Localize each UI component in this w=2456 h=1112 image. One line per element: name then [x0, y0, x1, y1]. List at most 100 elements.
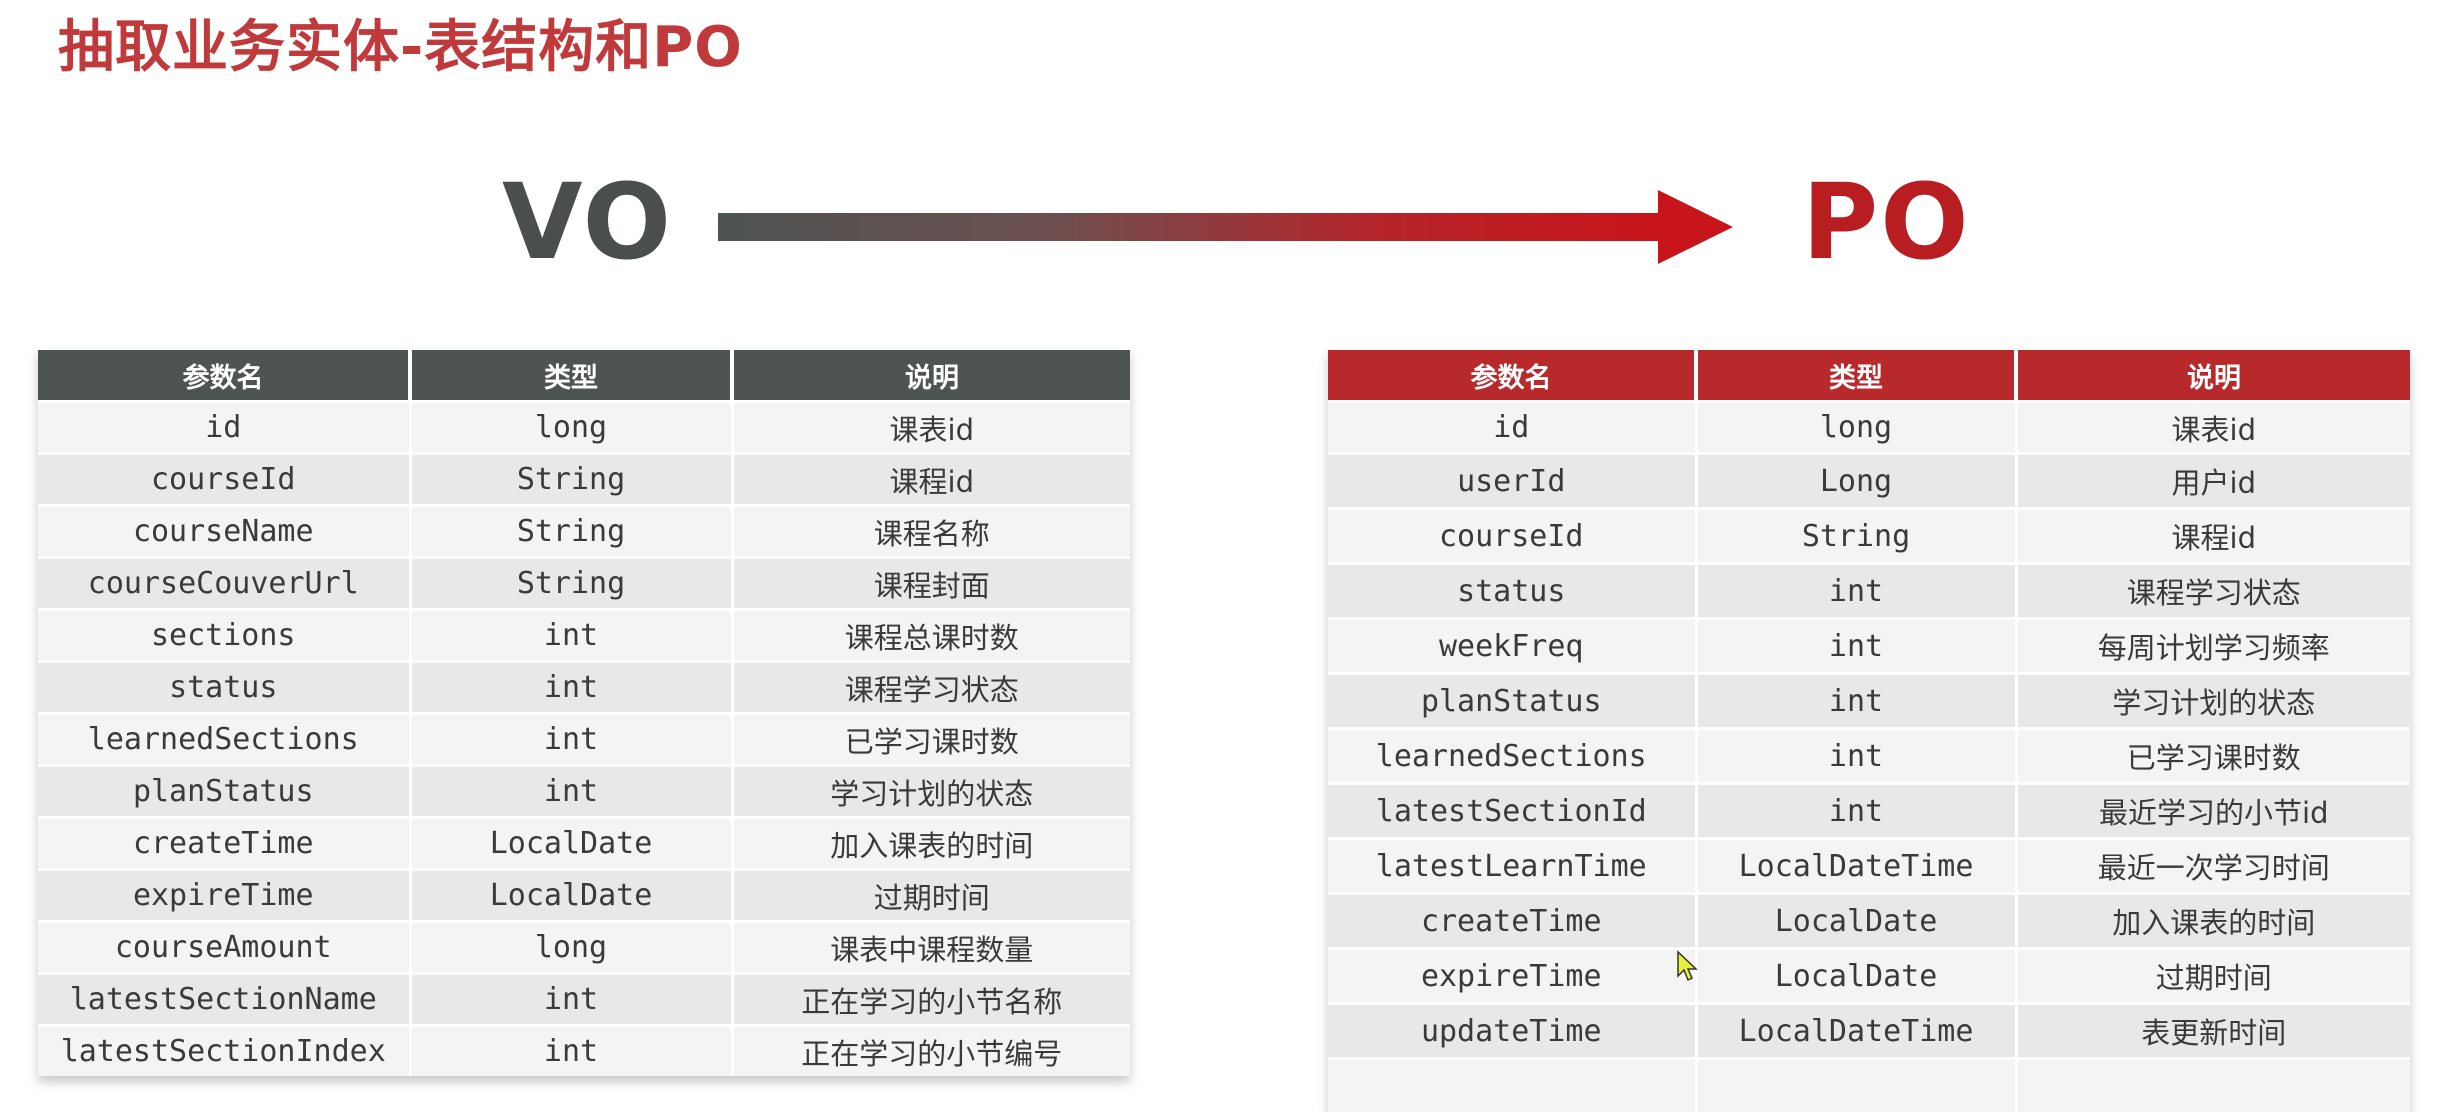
po-cell-description: 用户id — [2016, 452, 2410, 509]
po-cell-type: int — [1696, 727, 2018, 784]
po-cell-description: 课程学习状态 — [2016, 562, 2410, 619]
po-cell-description: 已学习课时数 — [2016, 727, 2410, 784]
po-cell-param-name: planStatus — [1328, 672, 1698, 729]
vo-table-row: latestSectionIndex int 正在学习的小节编号 — [38, 1024, 1130, 1076]
vo-cell-type: int — [410, 660, 734, 714]
po-table-container: 参数名 类型 说明 id long 课表id userId Long 用户id course… — [1328, 350, 2410, 1112]
vo-cell-type: int — [410, 712, 734, 766]
vo-cell-type: int — [410, 972, 734, 1026]
vo-label: VO — [502, 161, 674, 283]
vo-header-type: 类型 — [410, 350, 734, 402]
po-cell-type: int — [1696, 782, 2018, 839]
vo-table-row: courseName String 课程名称 — [38, 504, 1130, 558]
vo-table-row: status int 课程学习状态 — [38, 660, 1130, 714]
vo-cell-type: int — [410, 764, 734, 818]
vo-cell-param-name: createTime — [38, 816, 412, 870]
po-cell-type — [1696, 1057, 2018, 1112]
slide: 抽取业务实体-表结构和PO VO PO 参数名 类型 说明 id long 课表… — [0, 0, 2456, 1112]
vo-cell-param-name: courseName — [38, 504, 412, 558]
po-cell-param-name: courseId — [1328, 507, 1698, 564]
po-table: 参数名 类型 说明 id long 课表id userId Long 用户id course… — [1328, 350, 2410, 1112]
po-cell-param-name: learnedSections — [1328, 727, 1698, 784]
vo-cell-type: LocalDate — [410, 816, 734, 870]
vo-cell-description: 加入课表的时间 — [732, 816, 1130, 870]
vo-table-row: learnedSections int 已学习课时数 — [38, 712, 1130, 766]
vo-cell-param-name: courseAmount — [38, 920, 412, 974]
po-label: PO — [1802, 161, 1971, 283]
vo-header-param-name: 参数名 — [38, 350, 412, 402]
po-header-type: 类型 — [1696, 350, 2018, 402]
po-cell-description — [2016, 1057, 2410, 1112]
vo-table-row: latestSectionName int 正在学习的小节名称 — [38, 972, 1130, 1026]
vo-cell-description: 已学习课时数 — [732, 712, 1130, 766]
vo-table-row: sections int 课程总课时数 — [38, 608, 1130, 662]
po-cell-param-name — [1328, 1057, 1698, 1112]
vo-cell-param-name: planStatus — [38, 764, 412, 818]
vo-table-header-row: 参数名 类型 说明 — [38, 350, 1130, 402]
po-cell-param-name: latestSectionId — [1328, 782, 1698, 839]
po-table-row: expireTime LocalDate 过期时间 — [1328, 947, 2410, 1004]
vo-cell-description: 正在学习的小节编号 — [732, 1024, 1130, 1076]
vo-cell-description: 学习计划的状态 — [732, 764, 1130, 818]
po-cell-param-name: createTime — [1328, 892, 1698, 949]
po-cell-param-name: updateTime — [1328, 1002, 1698, 1059]
vo-cell-description: 课程id — [732, 452, 1130, 506]
vo-cell-param-name: courseCouverUrl — [38, 556, 412, 610]
vo-cell-description: 课表中课程数量 — [732, 920, 1130, 974]
po-cell-param-name: status — [1328, 562, 1698, 619]
po-cell-param-name: weekFreq — [1328, 617, 1698, 674]
po-cell-type: int — [1696, 617, 2018, 674]
po-table-row: latestLearnTime LocalDateTime 最近一次学习时间 — [1328, 837, 2410, 894]
vo-table-row: courseId String 课程id — [38, 452, 1130, 506]
vo-cell-description: 课程封面 — [732, 556, 1130, 610]
po-table-row: latestSectionId int 最近学习的小节id — [1328, 782, 2410, 839]
po-table-row: userId Long 用户id — [1328, 452, 2410, 509]
po-table-row: id long 课表id — [1328, 400, 2410, 454]
po-cell-description: 课表id — [2016, 400, 2410, 454]
po-cell-type: long — [1696, 400, 2018, 454]
po-cell-type: int — [1696, 672, 2018, 729]
po-cell-type: Long — [1696, 452, 2018, 509]
vo-cell-param-name: learnedSections — [38, 712, 412, 766]
vo-cell-type: long — [410, 920, 734, 974]
po-table-row: learnedSections int 已学习课时数 — [1328, 727, 2410, 784]
po-table-row: createTime LocalDate 加入课表的时间 — [1328, 892, 2410, 949]
vo-cell-type: String — [410, 504, 734, 558]
vo-cell-param-name: sections — [38, 608, 412, 662]
vo-table: 参数名 类型 说明 id long 课表id courseId String 课程id co… — [38, 350, 1130, 1076]
po-table-row: status int 课程学习状态 — [1328, 562, 2410, 619]
vo-header-description: 说明 — [732, 350, 1130, 402]
vo-cell-description: 过期时间 — [732, 868, 1130, 922]
vo-cell-param-name: courseId — [38, 452, 412, 506]
po-cell-type: LocalDate — [1696, 892, 2018, 949]
po-cell-description: 课程id — [2016, 507, 2410, 564]
po-cell-description: 最近一次学习时间 — [2016, 837, 2410, 894]
vo-cell-param-name: latestSectionIndex — [38, 1024, 412, 1076]
po-cell-description: 加入课表的时间 — [2016, 892, 2410, 949]
vo-cell-description: 课程名称 — [732, 504, 1130, 558]
po-cell-description: 学习计划的状态 — [2016, 672, 2410, 729]
po-table-row: courseId String 课程id — [1328, 507, 2410, 564]
vo-cell-type: String — [410, 556, 734, 610]
po-cell-type: LocalDateTime — [1696, 1002, 2018, 1059]
vo-cell-param-name: latestSectionName — [38, 972, 412, 1026]
vo-table-body: id long 课表id courseId String 课程id courseName St… — [38, 400, 1130, 1076]
po-cell-description: 每周计划学习频率 — [2016, 617, 2410, 674]
vo-table-row: createTime LocalDate 加入课表的时间 — [38, 816, 1130, 870]
vo-cell-type: int — [410, 608, 734, 662]
po-table-row: weekFreq int 每周计划学习频率 — [1328, 617, 2410, 674]
po-header-param-name: 参数名 — [1328, 350, 1698, 402]
po-table-row: updateTime LocalDateTime 表更新时间 — [1328, 1002, 2410, 1059]
vo-cell-description: 课程总课时数 — [732, 608, 1130, 662]
vo-table-row: courseCouverUrl String 课程封面 — [38, 556, 1130, 610]
vo-table-container: 参数名 类型 说明 id long 课表id courseId String 课程id co… — [38, 350, 1130, 1076]
po-cell-description: 过期时间 — [2016, 947, 2410, 1004]
po-cell-param-name: userId — [1328, 452, 1698, 509]
po-cell-type: String — [1696, 507, 2018, 564]
po-cell-param-name: expireTime — [1328, 947, 1698, 1004]
vo-table-row: planStatus int 学习计划的状态 — [38, 764, 1130, 818]
vo-cell-param-name: status — [38, 660, 412, 714]
po-cell-type: int — [1696, 562, 2018, 619]
vo-table-row: courseAmount long 课表中课程数量 — [38, 920, 1130, 974]
vo-cell-type: int — [410, 1024, 734, 1076]
